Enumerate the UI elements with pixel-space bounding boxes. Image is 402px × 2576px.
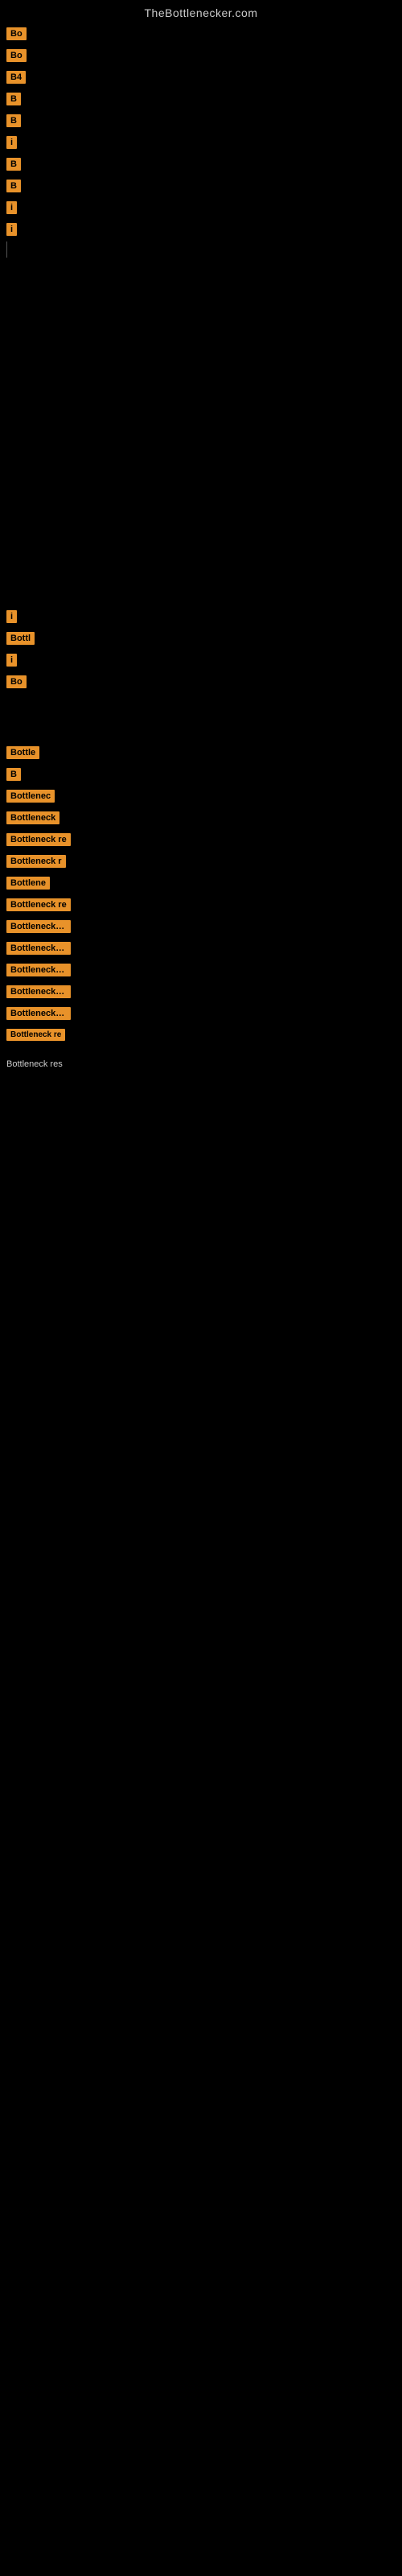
list-item: Bottleneck re [3, 894, 399, 915]
badge: B [6, 768, 21, 781]
badge: Bottleneck resu [6, 964, 71, 976]
badge: Bottleneck re [6, 1029, 65, 1041]
list-item: Bottle [3, 742, 399, 763]
badge: Bottle [6, 746, 39, 759]
list-item: Bottl [3, 628, 399, 649]
chart-area [3, 259, 399, 581]
badge: B [6, 180, 21, 192]
list-item: B [3, 110, 399, 131]
badge: i [6, 136, 17, 149]
list-item: Bo [3, 45, 399, 66]
badge: Bottleneck resu [6, 1007, 71, 1020]
list-item: i [3, 219, 399, 240]
list-item: Bottleneck resu [3, 981, 399, 1002]
list-item: Bottleneck [3, 807, 399, 828]
list-item: B [3, 89, 399, 109]
list-item: Bottleneck r [3, 851, 399, 872]
badge: Bo [6, 49, 27, 62]
site-title: TheBottlenecker.com [3, 0, 399, 23]
badge: B [6, 93, 21, 105]
badge: Bottlene [6, 877, 50, 890]
badge: Bottl [6, 632, 35, 645]
badge: i [6, 223, 17, 236]
badge: Bottleneck resu [6, 942, 71, 955]
list-item: Bottleneck re [3, 829, 399, 850]
badge: Bo [6, 675, 27, 688]
badge: B [6, 114, 21, 127]
list-item: Bo [3, 23, 399, 44]
badge: Bottleneck resu [6, 985, 71, 998]
badge: i [6, 201, 17, 214]
list-item: i [3, 606, 399, 627]
badge: Bottleneck [6, 811, 59, 824]
spacer [3, 693, 399, 717]
list-item: Bottleneck re [3, 1025, 399, 1045]
list-item: i [3, 132, 399, 153]
spacer [3, 717, 399, 741]
list-item: Bottleneck resu [3, 960, 399, 980]
badge: B4 [6, 71, 26, 84]
list-item: i [3, 650, 399, 671]
list-item: Bottlenec [3, 786, 399, 807]
divider [6, 242, 7, 258]
badge: Bo [6, 27, 27, 40]
list-item: B4 [3, 67, 399, 88]
badge: i [6, 654, 17, 667]
bottleneck-result-label: Bottleneck res [3, 1053, 399, 1074]
list-item: B [3, 175, 399, 196]
list-item: Bo [3, 671, 399, 692]
badge: Bottleneck re [6, 833, 71, 846]
badge: B [6, 158, 21, 171]
badge: Bottleneck r [6, 855, 66, 868]
list-item: B [3, 764, 399, 785]
badge: Bottleneck re [6, 898, 71, 911]
badge: Bottlenec [6, 790, 55, 803]
badge: Bottleneck resu [6, 920, 71, 933]
badge: i [6, 610, 17, 623]
list-item: B [3, 154, 399, 175]
list-item: Bottleneck resu [3, 938, 399, 959]
list-item: i [3, 197, 399, 218]
list-item: Bottlene [3, 873, 399, 894]
list-item: Bottleneck resu [3, 1003, 399, 1024]
list-item: Bottleneck resu [3, 916, 399, 937]
spacer [3, 581, 399, 605]
